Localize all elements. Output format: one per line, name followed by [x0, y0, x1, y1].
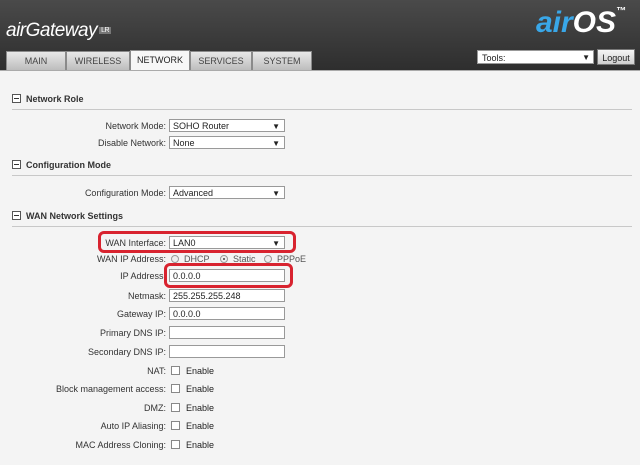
mac-cloning-checkbox[interactable] — [171, 440, 180, 449]
nat-checkbox[interactable] — [171, 366, 180, 375]
netmask-input[interactable]: 255.255.255.248 — [169, 289, 285, 302]
block-management-label: Block management access: — [55, 384, 166, 394]
configuration-mode-select[interactable]: Advanced ▼ — [169, 186, 285, 199]
collapse-icon[interactable] — [12, 160, 21, 169]
dmz-label: DMZ: — [144, 403, 166, 413]
tab-network[interactable]: NETWORK — [130, 50, 190, 71]
chevron-down-icon: ▼ — [272, 139, 280, 148]
wan-interface-highlight — [98, 231, 296, 253]
auto-ip-aliasing-label: Auto IP Aliasing: — [100, 421, 166, 431]
network-page-content: Network Role Network Mode: SOHO Router ▼ … — [0, 70, 640, 465]
dmz-row: DMZ: Enable — [0, 401, 640, 417]
block-management-row: Block management access: Enable — [0, 382, 640, 398]
nat-label: NAT: — [147, 366, 166, 376]
gateway-ip-input[interactable]: 0.0.0.0 — [169, 307, 285, 320]
section-configuration-mode[interactable]: Configuration Mode — [12, 159, 632, 176]
block-management-enable-label: Enable — [186, 384, 215, 394]
wan-ip-mode-row: WAN IP Address: DHCP Static PPPoE — [0, 252, 640, 268]
nat-enable-label: Enable — [186, 366, 215, 376]
auto-ip-aliasing-enable-label: Enable — [186, 421, 215, 431]
mac-cloning-enable-label: Enable — [186, 440, 215, 450]
auto-ip-aliasing-row: Auto IP Aliasing: Enable — [0, 419, 640, 435]
wan-interface-row: WAN Interface: LAN0 ▼ — [0, 236, 640, 252]
top-banner: airGateway LR airOS™ MAIN WIRELESS NETWOR… — [0, 0, 640, 71]
nat-row: NAT: Enable — [0, 364, 640, 380]
gateway-ip-label: Gateway IP: — [116, 309, 166, 319]
dmz-checkbox[interactable] — [171, 403, 180, 412]
brand-badge: LR — [99, 27, 112, 35]
collapse-icon[interactable] — [12, 94, 21, 103]
ip-address-highlight — [164, 263, 293, 288]
airos-logo: airOS™ — [535, 6, 626, 39]
network-mode-select[interactable]: SOHO Router ▼ — [169, 119, 285, 132]
wan-ip-address-label: WAN IP Address: — [96, 254, 166, 264]
tab-system[interactable]: SYSTEM — [252, 51, 312, 70]
ip-address-row: IP Address: 0.0.0.0 — [0, 269, 640, 285]
tab-main[interactable]: MAIN — [6, 51, 66, 70]
netmask-row: Netmask: 255.255.255.248 — [0, 289, 640, 305]
collapse-icon[interactable] — [12, 211, 21, 220]
dmz-enable-label: Enable — [186, 403, 215, 413]
disable-network-row: Disable Network: None ▼ — [0, 136, 640, 152]
mac-cloning-label: MAC Address Cloning: — [75, 440, 166, 450]
configuration-mode-row: Configuration Mode: Advanced ▼ — [0, 186, 640, 202]
secondary-dns-input[interactable] — [169, 345, 285, 358]
radio-pppoe[interactable] — [264, 255, 272, 263]
secondary-dns-row: Secondary DNS IP: — [0, 345, 640, 361]
tools-select[interactable]: Tools: ▼ — [477, 50, 594, 64]
section-wan-network-settings[interactable]: WAN Network Settings — [12, 210, 632, 227]
primary-dns-input[interactable] — [169, 326, 285, 339]
radio-static[interactable] — [220, 255, 228, 263]
secondary-dns-label: Secondary DNS IP: — [87, 347, 166, 357]
ip-address-label: IP Address: — [120, 271, 166, 281]
chevron-down-icon: ▼ — [582, 53, 590, 62]
auto-ip-aliasing-checkbox[interactable] — [171, 421, 180, 430]
disable-network-select[interactable]: None ▼ — [169, 136, 285, 149]
configuration-mode-label: Configuration Mode: — [84, 188, 166, 198]
mac-cloning-row: MAC Address Cloning: Enable — [0, 438, 640, 454]
tab-services[interactable]: SERVICES — [190, 51, 252, 70]
network-mode-label: Network Mode: — [105, 121, 166, 131]
chevron-down-icon: ▼ — [272, 122, 280, 131]
primary-dns-row: Primary DNS IP: — [0, 326, 640, 342]
disable-network-label: Disable Network: — [97, 138, 166, 148]
netmask-label: Netmask: — [127, 291, 166, 301]
network-mode-row: Network Mode: SOHO Router ▼ — [0, 119, 640, 135]
tab-wireless[interactable]: WIRELESS — [66, 51, 130, 70]
primary-dns-label: Primary DNS IP: — [99, 328, 166, 338]
radio-dhcp[interactable] — [171, 255, 179, 263]
block-management-checkbox[interactable] — [171, 384, 180, 393]
brand-logo: airGateway LR — [6, 20, 112, 41]
logout-button[interactable]: Logout — [597, 49, 635, 65]
section-network-role[interactable]: Network Role — [12, 93, 632, 110]
gateway-row: Gateway IP: 0.0.0.0 — [0, 307, 640, 323]
chevron-down-icon: ▼ — [272, 189, 280, 198]
